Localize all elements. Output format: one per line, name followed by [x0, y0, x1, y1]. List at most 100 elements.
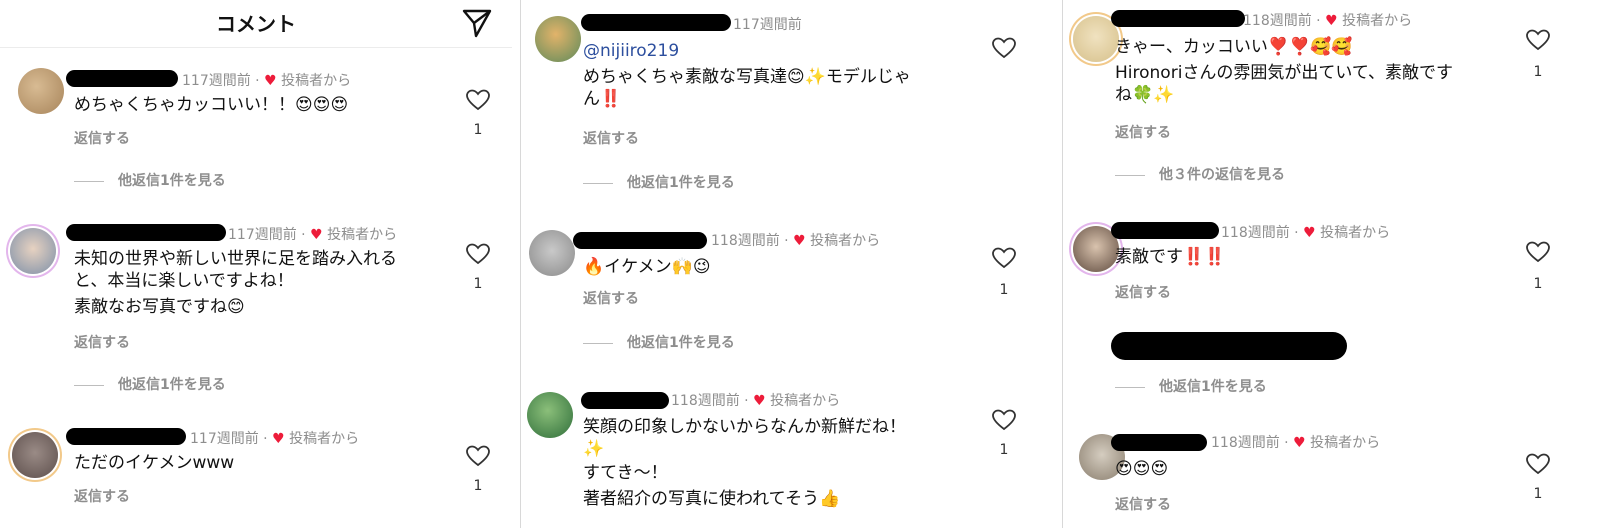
- like-count: 1: [473, 122, 483, 138]
- view-replies-button[interactable]: 他３件の返信を見る: [1115, 164, 1285, 184]
- comment-text: めちゃくちゃカッコいい！！😍😍😍: [74, 94, 454, 116]
- redacted-comment: [1111, 332, 1347, 360]
- heart-outline-icon[interactable]: [465, 242, 491, 266]
- comment-line: ただのイケメンwww: [74, 453, 235, 473]
- timestamp: 118週間前: [1221, 225, 1290, 241]
- comment-line: 著者紹介の写真に使われてそう👍: [583, 489, 841, 509]
- timestamp: 118週間前: [1211, 435, 1280, 451]
- mention-link[interactable]: @nijiiro219: [583, 40, 983, 62]
- comment-item: 117週間前 · ♥ 投稿者から 未知の世界や新しい世界に足を踏み入れる と、本…: [0, 214, 512, 404]
- reply-button[interactable]: 返信する: [583, 128, 639, 148]
- heart-outline-icon[interactable]: [1525, 452, 1551, 476]
- heart-icon: ♥: [1293, 435, 1306, 451]
- heart-icon: ♥: [272, 431, 285, 447]
- avatar[interactable]: [18, 68, 64, 114]
- comment-line: ん‼️: [583, 89, 622, 109]
- heart-outline-icon[interactable]: [991, 246, 1017, 270]
- redacted-username: [573, 232, 707, 249]
- like-count: 1: [999, 282, 1009, 298]
- timestamp: 118週間前: [711, 233, 780, 249]
- comment-item: 他返信1件を見る: [1063, 330, 1600, 400]
- comment-line: すてき〜！: [583, 463, 668, 483]
- comment-text: ただのイケメンwww: [74, 452, 454, 474]
- avatar[interactable]: [12, 432, 58, 478]
- heart-outline-icon[interactable]: [991, 36, 1017, 60]
- comment-meta: 118週間前 · ♥ 投稿者から: [1211, 435, 1381, 451]
- comments-panel-2: 117週間前 @nijiiro219 めちゃくちゃ素敵な写真達😊✨モデルじゃ ん…: [520, 0, 1054, 528]
- from-poster-label: 投稿者から: [810, 233, 881, 249]
- comment-text: きゃー、カッコいい❣️❣️🥰🥰 Hironoriさんの雰囲気が出ていて、素敵です…: [1115, 36, 1515, 106]
- view-replies-button[interactable]: 他返信1件を見る: [74, 374, 226, 394]
- comment-text: @nijiiro219 めちゃくちゃ素敵な写真達😊✨モデルじゃ ん‼️: [583, 40, 983, 110]
- comment-text: 素敵です‼️‼️: [1115, 246, 1515, 268]
- reply-button[interactable]: 返信する: [74, 128, 130, 148]
- avatar[interactable]: [529, 230, 575, 276]
- like-count: 1: [1533, 486, 1543, 502]
- heart-outline-icon[interactable]: [465, 444, 491, 468]
- comment-line: めちゃくちゃカッコいい！！😍😍😍: [74, 95, 349, 115]
- comment-meta: 117週間前 · ♥ 投稿者から: [182, 73, 352, 89]
- from-poster-label: 投稿者から: [327, 227, 398, 243]
- redacted-username: [1111, 434, 1207, 451]
- avatar[interactable]: [10, 228, 56, 274]
- comment-item: 117週間前 · ♥ 投稿者から めちゃくちゃカッコいい！！😍😍😍 返信する 他…: [0, 60, 512, 200]
- comment-item: 118週間前 · ♥ 投稿者から 😍😍😍 返信する 1: [1063, 430, 1600, 528]
- reply-button[interactable]: 返信する: [1115, 122, 1171, 142]
- comment-text: 笑顔の印象しかないからなんか新鮮だね！ ✨ すてき〜！ 著者紹介の写真に使われて…: [583, 416, 983, 510]
- like-count: 1: [473, 276, 483, 292]
- redacted-username: [66, 224, 226, 241]
- view-replies-button[interactable]: 他返信1件を見る: [583, 172, 735, 192]
- view-replies-button[interactable]: 他返信1件を見る: [583, 332, 735, 352]
- comment-meta: 117週間前 · ♥ 投稿者から: [190, 431, 360, 447]
- comment-line: きゃー、カッコいい❣️❣️🥰🥰: [1115, 37, 1353, 57]
- comment-line: ね🍀✨: [1115, 85, 1175, 105]
- view-replies-button[interactable]: 他返信1件を見る: [74, 170, 226, 190]
- redacted-username: [1111, 10, 1245, 27]
- heart-icon: ♥: [264, 73, 277, 89]
- from-poster-label: 投稿者から: [1310, 435, 1381, 451]
- comment-item: 118週間前 · ♥ 投稿者から 素敵です‼️‼️ 返信する 1: [1063, 218, 1600, 318]
- comment-item: 117週間前 · ♥ 投稿者から ただのイケメンwww 返信する 1: [0, 420, 512, 528]
- redacted-username: [1111, 222, 1219, 239]
- heart-icon: ♥: [310, 227, 323, 243]
- like-count: 1: [999, 442, 1009, 458]
- comment-line: 笑顔の印象しかないからなんか新鮮だね！: [583, 417, 906, 437]
- from-poster-label: 投稿者から: [1320, 225, 1391, 241]
- comment-line: 未知の世界や新しい世界に足を踏み入れる: [74, 249, 397, 269]
- comments-panel-1: コメント 117週間前 · ♥ 投稿者から めちゃくちゃカッコいい！！😍😍😍 返…: [0, 0, 512, 528]
- avatar[interactable]: [527, 392, 573, 438]
- from-poster-label: 投稿者から: [1342, 13, 1413, 29]
- reply-button[interactable]: 返信する: [1115, 282, 1171, 302]
- comment-meta: 118週間前 · ♥ 投稿者から: [1221, 225, 1391, 241]
- comments-header: コメント: [0, 0, 512, 48]
- view-replies-button[interactable]: 他返信1件を見る: [1115, 376, 1267, 396]
- from-poster-label: 投稿者から: [770, 393, 841, 409]
- avatar[interactable]: [535, 16, 581, 62]
- comment-line: 素敵なお写真ですね😊: [74, 297, 245, 317]
- like-count: 1: [1533, 276, 1543, 292]
- timestamp: 118週間前: [1243, 13, 1312, 29]
- comment-line: ✨: [583, 439, 605, 459]
- reply-button[interactable]: 返信する: [74, 332, 130, 352]
- heart-outline-icon[interactable]: [465, 88, 491, 112]
- from-poster-label: 投稿者から: [281, 73, 352, 89]
- reply-button[interactable]: 返信する: [583, 288, 639, 308]
- comment-line: Hironoriさんの雰囲気が出ていて、素敵です: [1115, 63, 1454, 83]
- comment-line: 😍😍😍: [1115, 459, 1169, 479]
- comment-meta: 118週間前 · ♥ 投稿者から: [671, 393, 841, 409]
- timestamp: 117週間前: [190, 431, 259, 447]
- comments-panel-3: 118週間前 · ♥ 投稿者から きゃー、カッコいい❣️❣️🥰🥰 Hironor…: [1062, 0, 1600, 528]
- heart-icon: ♥: [1303, 225, 1316, 241]
- heart-outline-icon[interactable]: [1525, 240, 1551, 264]
- comment-meta: 118週間前 · ♥ 投稿者から: [711, 233, 881, 249]
- comment-line: めちゃくちゃ素敵な写真達😊✨モデルじゃ: [583, 67, 911, 87]
- heart-outline-icon[interactable]: [1525, 28, 1551, 52]
- reply-button[interactable]: 返信する: [74, 486, 130, 506]
- paper-plane-icon[interactable]: [460, 6, 494, 40]
- like-count: 1: [473, 478, 483, 494]
- heart-outline-icon[interactable]: [991, 408, 1017, 432]
- comment-meta: 118週間前 · ♥ 投稿者から: [1243, 13, 1413, 29]
- comment-item: 118週間前 · ♥ 投稿者から きゃー、カッコいい❣️❣️🥰🥰 Hironor…: [1063, 6, 1600, 196]
- redacted-username: [581, 14, 731, 31]
- reply-button[interactable]: 返信する: [1115, 494, 1171, 514]
